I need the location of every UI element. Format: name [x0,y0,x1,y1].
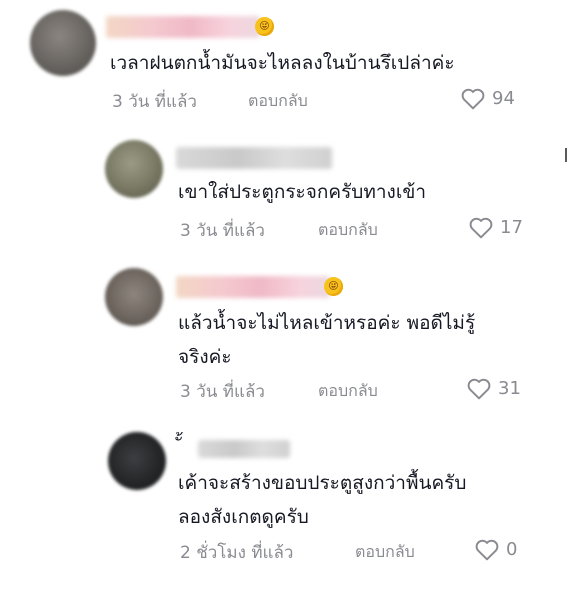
timestamp: 3 วัน ที่แล้ว [180,382,265,402]
winking-tongue-emoji-icon: 😜 [324,277,343,296]
comment-text: แล้วน้ำจะไม่ไหลเข้าหรอค่ะ พอดีไม่รู้ จริ… [178,312,476,368]
timestamp: 2 ชั่วโมง ที่แล้ว [180,543,294,563]
comment-text: เขาใส่ประตูกระจกครับทางเข้า [178,181,426,203]
heart-outline-icon [461,88,485,110]
like-count: 0 [506,538,518,560]
like-button[interactable]: 0 [474,537,517,561]
avatar[interactable] [105,140,163,198]
username-blurred[interactable] [176,147,332,169]
reply-button[interactable]: ตอบกลับ [355,540,415,565]
winking-tongue-emoji-icon: 😜 [255,17,274,36]
reply-button[interactable]: ตอบกลับ [248,89,308,114]
heart-outline-icon [475,539,499,561]
like-button[interactable]: 17 [468,215,523,239]
heart-outline-icon [467,378,491,400]
username-blurred[interactable] [198,440,290,458]
like-count: 94 [492,87,515,109]
username-blurred[interactable] [106,16,260,38]
timestamp: 3 วัน ที่แล้ว [112,92,197,112]
username-blurred[interactable] [176,276,330,298]
like-button[interactable]: 31 [466,376,521,400]
reply-button[interactable]: ตอบกลับ [318,218,378,243]
reply-button[interactable]: ตอบกลับ [318,379,378,404]
like-button[interactable]: 94 [460,86,515,110]
avatar[interactable] [30,10,96,76]
avatar[interactable] [108,432,166,490]
timestamp: 3 วัน ที่แล้ว [180,221,265,241]
comment-text: เค้าจะสร้างขอบประตูสูงกว่าพื้นครับ ลองสั… [178,472,467,528]
avatar[interactable] [105,268,163,326]
heart-outline-icon [469,217,493,239]
comment-text: เวลาฝนตกน้ำมันจะไหลลงในบ้านรึเปล่าค่ะ [110,52,455,74]
like-count: 17 [500,216,523,238]
scrollbar-edge [565,148,567,162]
like-count: 31 [498,377,521,399]
